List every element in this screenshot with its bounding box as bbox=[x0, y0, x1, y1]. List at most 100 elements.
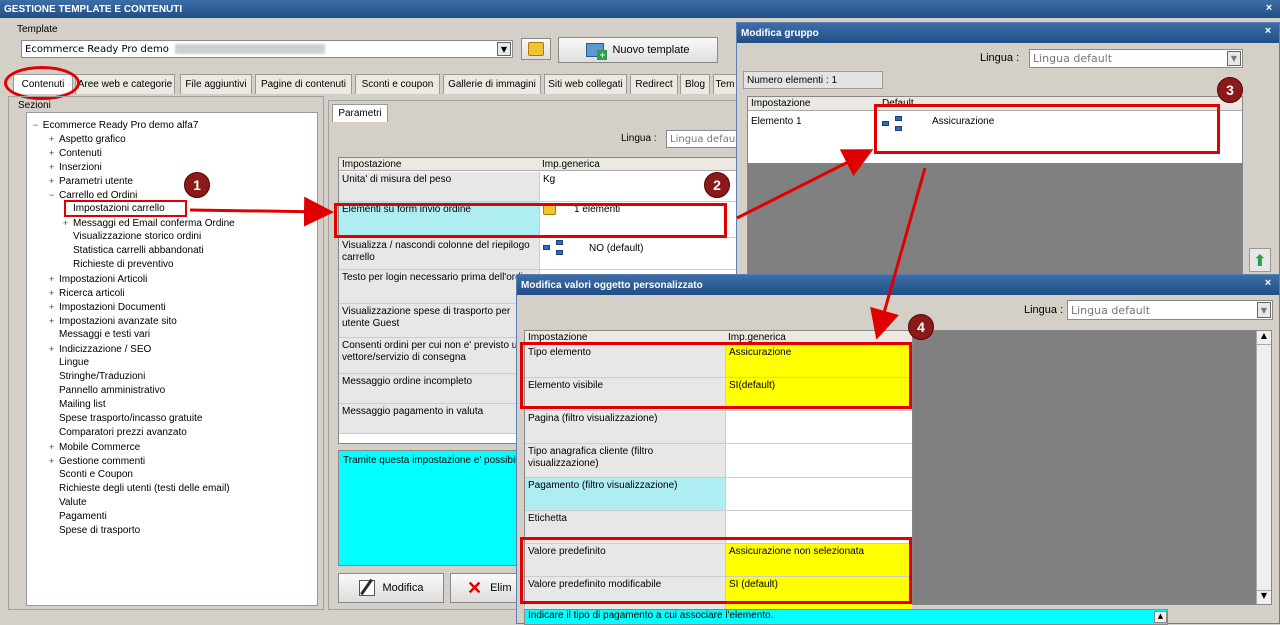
tab-aree-web[interactable]: Aree web e categorie bbox=[75, 74, 175, 94]
tree-item[interactable]: Lingue bbox=[47, 357, 89, 369]
oggetto-scrollbar[interactable]: ▲ ▼ bbox=[1256, 331, 1271, 604]
template-select[interactable]: Ecommerce Ready Pro demo ▼ bbox=[21, 40, 513, 58]
tree-item-label: Sconti e Coupon bbox=[59, 469, 133, 480]
tree-item[interactable]: + Indicizzazione / SEO bbox=[47, 343, 151, 356]
tree-item[interactable]: Visualizzazione storico ordini bbox=[61, 231, 201, 243]
tree-root[interactable]: − Ecommerce Ready Pro demo alfa7 bbox=[31, 119, 199, 132]
oggetto-close-button[interactable]: × bbox=[1261, 277, 1275, 291]
gruppo-lingua-dropdown-icon[interactable]: ▼ bbox=[1227, 51, 1241, 66]
tree-item[interactable]: Statistica carrelli abbandonati bbox=[61, 245, 204, 257]
tree-item-label: Richieste degli utenti (testi delle emai… bbox=[59, 483, 230, 494]
tree-item[interactable]: + Inserzioni bbox=[47, 161, 102, 174]
grid-row-label[interactable]: Visualizza / nascondi colonne del riepil… bbox=[339, 238, 539, 270]
main-close-button[interactable]: × bbox=[1262, 2, 1276, 16]
grid-row-label[interactable]: Visualizzazione spese di trasporto per u… bbox=[339, 304, 539, 338]
grid-header: Impostazione Imp.generica bbox=[339, 158, 737, 171]
expand-icon[interactable]: + bbox=[47, 147, 56, 159]
expand-icon[interactable]: + bbox=[47, 287, 56, 299]
expand-icon[interactable]: + bbox=[47, 175, 56, 187]
tab-sconti-coupon[interactable]: Sconti e coupon bbox=[355, 74, 440, 94]
tree-item[interactable]: + Impostazioni Documenti bbox=[47, 301, 166, 314]
tab-file-aggiuntivi[interactable]: File aggiuntivi bbox=[180, 74, 252, 94]
description-scroll-icon[interactable]: ▲ bbox=[1154, 611, 1167, 623]
tree-item-label: Stringhe/Traduzioni bbox=[59, 371, 146, 382]
oggetto-description-text: Indicare il tipo di pagamento a cui asso… bbox=[528, 610, 774, 621]
grid-row-label[interactable]: Unita' di misura del peso bbox=[339, 172, 539, 202]
oggetto-lingua-label: Lingua : bbox=[1024, 304, 1064, 316]
tab-redirect[interactable]: Redirect bbox=[630, 74, 678, 94]
tree-item[interactable]: Valute bbox=[47, 497, 87, 509]
tree-item[interactable]: Richieste degli utenti (testi delle emai… bbox=[47, 483, 230, 495]
tree-item[interactable]: + Mobile Commerce bbox=[47, 441, 140, 454]
gruppo-lingua-select[interactable]: Lingua default ▼ bbox=[1029, 49, 1243, 68]
template-dropdown-icon[interactable]: ▼ bbox=[497, 42, 511, 56]
grid-row-label[interactable]: Testo per login necessario prima dell'or… bbox=[339, 270, 539, 304]
expand-icon[interactable]: + bbox=[47, 133, 56, 145]
collapse-icon[interactable]: − bbox=[31, 119, 40, 131]
expand-icon[interactable]: − bbox=[47, 189, 56, 201]
add-template-icon: + bbox=[586, 43, 608, 60]
gruppo-close-button[interactable]: × bbox=[1261, 25, 1275, 39]
tree-item[interactable]: + Messaggi ed Email conferma Ordine bbox=[61, 217, 235, 230]
open-folder-button[interactable] bbox=[521, 38, 551, 60]
oggetto-lingua-dropdown-icon[interactable]: ▼ bbox=[1257, 302, 1271, 318]
oggetto-lingua-select[interactable]: Lingua default ▼ bbox=[1067, 300, 1273, 320]
oggetto-row-label[interactable]: Tipo anagrafica cliente (filtro visualiz… bbox=[525, 444, 725, 478]
tree-item[interactable]: + Impostazioni Articoli bbox=[47, 273, 148, 286]
grid-row-label[interactable]: Messaggio pagamento in valuta bbox=[339, 404, 539, 434]
tree-item[interactable]: Spese di trasporto bbox=[47, 525, 140, 537]
expand-icon[interactable]: + bbox=[47, 161, 56, 173]
grid-row-value[interactable]: NO (default) bbox=[539, 238, 737, 270]
highlight-valore-predefinito bbox=[520, 537, 912, 604]
tree-item[interactable]: Sconti e Coupon bbox=[47, 469, 133, 481]
elimina-label: Elim bbox=[490, 582, 512, 594]
step-badge-4: 4 bbox=[908, 314, 934, 340]
oggetto-row-value[interactable] bbox=[725, 444, 912, 478]
main-lingua-select[interactable]: Lingua default bbox=[666, 130, 738, 148]
sections-tree[interactable]: − Ecommerce Ready Pro demo alfa7 + Aspett… bbox=[26, 112, 318, 606]
expand-icon[interactable]: + bbox=[47, 301, 56, 313]
new-template-button[interactable]: + Nuovo template bbox=[558, 37, 718, 63]
grid-row-label[interactable]: Messaggio ordine incompleto bbox=[339, 374, 539, 404]
tab-parametri[interactable]: Parametri bbox=[332, 104, 388, 122]
tree-item[interactable]: + Parametri utente bbox=[47, 175, 133, 188]
tree-item[interactable]: + Gestione commenti bbox=[47, 455, 145, 468]
expand-icon[interactable]: + bbox=[61, 217, 70, 229]
oggetto-row-label[interactable]: Pagamento (filtro visualizzazione) bbox=[525, 478, 725, 511]
gruppo-col-impostazione: Impostazione bbox=[751, 98, 811, 109]
main-titlebar: GESTIONE TEMPLATE E CONTENUTI × bbox=[0, 0, 1280, 18]
scroll-down-icon[interactable]: ▼ bbox=[1257, 590, 1271, 604]
oggetto-row-label[interactable]: Pagina (filtro visualizzazione) bbox=[525, 411, 725, 444]
tree-item[interactable]: Richieste di preventivo bbox=[61, 259, 174, 271]
tree-item[interactable]: + Ricerca articoli bbox=[47, 287, 125, 300]
expand-icon[interactable]: + bbox=[47, 315, 56, 327]
numero-elementi: Numero elementi : 1 bbox=[743, 71, 883, 89]
tree-item[interactable]: + Contenuti bbox=[47, 147, 102, 160]
expand-icon[interactable]: + bbox=[47, 455, 56, 467]
tree-item[interactable]: Mailing list bbox=[47, 399, 106, 411]
tab-blog[interactable]: Blog bbox=[680, 74, 710, 94]
tab-gallerie[interactable]: Gallerie di immagini bbox=[443, 74, 541, 94]
oggetto-row-value[interactable] bbox=[725, 478, 912, 511]
tree-item[interactable]: Spese trasporto/incasso gratuite bbox=[47, 413, 202, 425]
tab-pagine-contenuti[interactable]: Pagine di contenuti bbox=[255, 74, 352, 94]
tab-tem[interactable]: Tem bbox=[713, 74, 737, 94]
expand-icon[interactable]: + bbox=[47, 343, 56, 355]
tree-item[interactable]: Comparatori prezzi avanzato bbox=[47, 427, 187, 439]
tree-item[interactable]: + Aspetto grafico bbox=[47, 133, 126, 146]
move-up-button[interactable]: ⬆ bbox=[1249, 248, 1271, 272]
step-badge-2: 2 bbox=[704, 172, 730, 198]
tab-siti-collegati[interactable]: Siti web collegati bbox=[544, 74, 627, 94]
oggetto-row-value[interactable] bbox=[725, 411, 912, 444]
scroll-up-icon[interactable]: ▲ bbox=[1257, 331, 1271, 345]
tree-item[interactable]: + Impostazioni avanzate sito bbox=[47, 315, 177, 328]
tree-item[interactable]: Messaggi e testi vari bbox=[47, 329, 150, 341]
tree-item[interactable]: Pagamenti bbox=[47, 511, 107, 523]
modifica-button[interactable]: Modifica bbox=[338, 573, 444, 603]
new-template-label: Nuovo template bbox=[612, 44, 690, 56]
grid-row-label[interactable]: Consenti ordini per cui non e' previsto … bbox=[339, 338, 539, 374]
tree-item[interactable]: Stringhe/Traduzioni bbox=[47, 371, 145, 383]
expand-icon[interactable]: + bbox=[47, 441, 56, 453]
expand-icon[interactable]: + bbox=[47, 273, 56, 285]
tree-item[interactable]: Pannello amministrativo bbox=[47, 385, 165, 397]
